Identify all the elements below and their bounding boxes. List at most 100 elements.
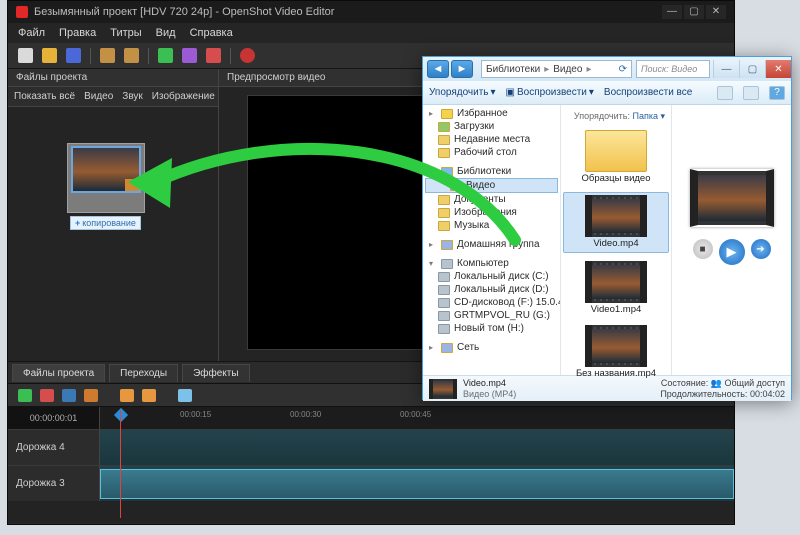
editor-title: Безымянный проект [HDV 720 24p] - OpenSh… bbox=[34, 1, 334, 23]
tree-music[interactable]: Музыка bbox=[423, 219, 560, 232]
tl-next-marker-icon[interactable] bbox=[142, 389, 156, 402]
tl-razor-icon[interactable] bbox=[62, 389, 76, 402]
video-thumbnail bbox=[585, 261, 647, 303]
menu-file[interactable]: Файл bbox=[18, 27, 45, 39]
folder-icon bbox=[438, 135, 450, 145]
help-button[interactable]: ? bbox=[769, 86, 785, 100]
play-all-button[interactable]: Воспроизвести все bbox=[604, 87, 692, 98]
tree-pictures[interactable]: Изображения bbox=[423, 206, 560, 219]
sort-control[interactable]: Упорядочить: Папка ▾ bbox=[563, 109, 669, 128]
tab-project-files[interactable]: Файлы проекта bbox=[12, 364, 105, 382]
filter-video[interactable]: Видео bbox=[84, 91, 113, 102]
track-lane[interactable] bbox=[100, 430, 734, 465]
view-mode-button[interactable] bbox=[717, 86, 733, 100]
tree-libraries[interactable]: ▾Библиотеки bbox=[423, 165, 560, 178]
tb-import-icon[interactable] bbox=[158, 48, 173, 63]
refresh-button[interactable]: ⟳ bbox=[619, 64, 627, 75]
search-input[interactable]: Поиск: Видео bbox=[636, 60, 710, 78]
explorer-window: ◄ ► Библиотеки ▸ Видео ▸ ⟳ Поиск: Видео … bbox=[422, 56, 792, 400]
editor-max-button[interactable]: ▢ bbox=[684, 5, 704, 19]
filter-image[interactable]: Изображение bbox=[152, 91, 215, 102]
organize-button[interactable]: Упорядочить ▾ bbox=[429, 87, 496, 98]
track-label[interactable]: Дорожка 4 bbox=[8, 430, 100, 465]
playhead-icon[interactable] bbox=[114, 408, 128, 422]
tree-downloads[interactable]: Загрузки bbox=[423, 120, 560, 133]
computer-icon bbox=[441, 259, 453, 269]
nav-back-button[interactable]: ◄ bbox=[427, 60, 449, 78]
preview-pane-button[interactable] bbox=[743, 86, 759, 100]
file-item-video[interactable]: Без названия.mp4 bbox=[563, 323, 669, 381]
preview-stop-button[interactable]: ■ bbox=[693, 239, 713, 259]
tb-fullscreen-icon[interactable] bbox=[206, 48, 221, 63]
tree-desktop[interactable]: Рабочий стол bbox=[423, 146, 560, 159]
path-root[interactable]: Библиотеки bbox=[486, 64, 540, 75]
drive-icon bbox=[438, 311, 450, 321]
ruler-tick: 00:00:15 bbox=[180, 410, 211, 419]
tb-open-icon[interactable] bbox=[42, 48, 57, 63]
tree-computer[interactable]: ▾Компьютер bbox=[423, 257, 560, 270]
video-thumbnail bbox=[585, 195, 647, 237]
menu-help[interactable]: Справка bbox=[190, 27, 233, 39]
tree-network[interactable]: ▸Сеть bbox=[423, 341, 560, 354]
file-item-video[interactable]: Video.mp4 bbox=[563, 192, 669, 252]
video-icon bbox=[450, 181, 462, 191]
network-icon bbox=[441, 343, 453, 353]
play-button[interactable]: ▣ Воспроизвести ▾ bbox=[506, 87, 594, 98]
preview-pane: ■ ▶ ➔ bbox=[671, 105, 791, 375]
file-item-video[interactable]: Video1.mp4 bbox=[563, 259, 669, 317]
preview-next-button[interactable]: ➔ bbox=[751, 239, 771, 259]
address-bar[interactable]: Библиотеки ▸ Видео ▸ ⟳ bbox=[481, 60, 632, 78]
track-lane[interactable] bbox=[100, 466, 734, 501]
folder-icon bbox=[438, 148, 450, 158]
tl-center-icon[interactable] bbox=[178, 389, 192, 402]
tab-transitions[interactable]: Переходы bbox=[109, 364, 178, 382]
tree-recent[interactable]: Недавние места bbox=[423, 133, 560, 146]
track-row: Дорожка 4 bbox=[8, 429, 734, 465]
editor-close-button[interactable]: ✕ bbox=[706, 5, 726, 19]
folder-tree: ▸Избранное Загрузки Недавние места Рабоч… bbox=[423, 105, 561, 375]
explorer-min-button[interactable]: — bbox=[713, 60, 739, 78]
tb-redo-icon[interactable] bbox=[124, 48, 139, 63]
tl-marker-icon[interactable] bbox=[84, 389, 98, 402]
file-item-folder[interactable]: Образцы видео bbox=[563, 128, 669, 186]
tl-snap-icon[interactable] bbox=[40, 389, 54, 402]
track-label[interactable]: Дорожка 3 bbox=[8, 466, 100, 501]
tree-drive-c[interactable]: Локальный диск (C:) bbox=[423, 270, 560, 283]
editor-min-button[interactable]: — bbox=[662, 5, 682, 19]
tb-new-icon[interactable] bbox=[18, 48, 33, 63]
tree-drive-d[interactable]: Локальный диск (D:) bbox=[423, 283, 560, 296]
menu-edit[interactable]: Правка bbox=[59, 27, 96, 39]
filter-all[interactable]: Показать всё bbox=[14, 91, 75, 102]
tb-undo-icon[interactable] bbox=[100, 48, 115, 63]
explorer-max-button[interactable]: ▢ bbox=[739, 60, 765, 78]
path-separator-icon: ▸ bbox=[586, 64, 591, 75]
tree-newvol[interactable]: Новый том (H:) bbox=[423, 322, 560, 335]
tb-export-icon[interactable] bbox=[240, 48, 255, 63]
timeline-clip[interactable] bbox=[100, 469, 734, 499]
file-list: Упорядочить: Папка ▾ Образцы видео Video… bbox=[561, 105, 671, 375]
explorer-toolbar: Упорядочить ▾ ▣ Воспроизвести ▾ Воспроиз… bbox=[423, 81, 791, 105]
explorer-close-button[interactable]: ✕ bbox=[765, 60, 791, 78]
explorer-titlebar[interactable]: ◄ ► Библиотеки ▸ Видео ▸ ⟳ Поиск: Видео … bbox=[423, 57, 791, 81]
timeline-ruler[interactable]: 00:00:00:01 00:00:15 00:00:30 00:00:45 bbox=[8, 407, 734, 429]
tb-save-icon[interactable] bbox=[66, 48, 81, 63]
preview-play-button[interactable]: ▶ bbox=[719, 239, 745, 265]
tree-cdrom[interactable]: CD-дисковод (F:) 15.0.4420.1017 bbox=[423, 296, 560, 309]
tab-effects[interactable]: Эффекты bbox=[182, 364, 249, 382]
filter-audio[interactable]: Звук bbox=[122, 91, 143, 102]
path-folder[interactable]: Видео bbox=[553, 64, 582, 75]
tb-profile-icon[interactable] bbox=[182, 48, 197, 63]
tree-documents[interactable]: Документы bbox=[423, 193, 560, 206]
timecode-display: 00:00:00:01 bbox=[8, 407, 100, 429]
menu-view[interactable]: Вид bbox=[156, 27, 176, 39]
nav-forward-button[interactable]: ► bbox=[451, 60, 473, 78]
tree-favorites[interactable]: ▸Избранное bbox=[423, 107, 560, 120]
tree-video[interactable]: Видео bbox=[425, 178, 558, 193]
openshot-icon bbox=[16, 6, 28, 18]
tree-grtmp[interactable]: GRTMPVOL_RU (G:) bbox=[423, 309, 560, 322]
tree-homegroup[interactable]: ▸Домашняя группа bbox=[423, 238, 560, 251]
editor-menubar: Файл Правка Титры Вид Справка bbox=[8, 23, 734, 43]
tl-add-track-icon[interactable] bbox=[18, 389, 32, 402]
menu-titles[interactable]: Титры bbox=[110, 27, 141, 39]
tl-prev-marker-icon[interactable] bbox=[120, 389, 134, 402]
